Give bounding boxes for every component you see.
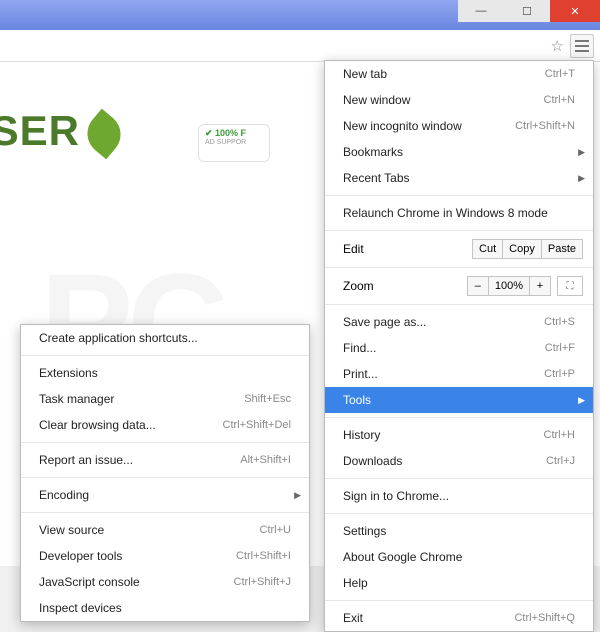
submenu-view-source[interactable]: View sourceCtrl+U	[21, 517, 309, 543]
separator	[325, 230, 593, 231]
menu-history[interactable]: HistoryCtrl+H	[325, 422, 593, 448]
hamburger-menu-button[interactable]	[570, 34, 594, 58]
paste-button[interactable]: Paste	[541, 239, 583, 259]
menu-incognito[interactable]: New incognito windowCtrl+Shift+N	[325, 113, 593, 139]
separator	[21, 442, 309, 443]
separator	[325, 267, 593, 268]
copy-button[interactable]: Copy	[502, 239, 542, 259]
submenu-extensions[interactable]: Extensions	[21, 360, 309, 386]
chrome-main-menu: New tabCtrl+T New windowCtrl+N New incog…	[324, 60, 594, 632]
minimize-button[interactable]: —	[458, 0, 504, 22]
submenu-arrow-icon: ▶	[578, 173, 585, 184]
zoom-value: 100%	[488, 276, 530, 296]
separator	[325, 195, 593, 196]
cut-button[interactable]: Cut	[472, 239, 503, 259]
submenu-clear-data[interactable]: Clear browsing data...Ctrl+Shift+Del	[21, 412, 309, 438]
separator	[325, 478, 593, 479]
separator	[325, 600, 593, 601]
browser-toolbar: ☆	[0, 30, 600, 62]
menu-exit[interactable]: ExitCtrl+Shift+Q	[325, 605, 593, 631]
separator	[325, 417, 593, 418]
badge-headline: ✔ 100% F	[205, 128, 263, 139]
fullscreen-icon[interactable]: ⛶	[557, 276, 583, 296]
menu-edit-row: Edit Cut Copy Paste	[325, 235, 593, 263]
badge-subtext: AD SUPPOR	[205, 139, 263, 146]
bookmark-star-icon[interactable]: ☆	[551, 37, 564, 55]
page-logo-fragment: WSER	[0, 107, 122, 155]
promo-badge: ✔ 100% F AD SUPPOR	[198, 124, 270, 162]
menu-new-tab[interactable]: New tabCtrl+T	[325, 61, 593, 87]
menu-save-page[interactable]: Save page as...Ctrl+S	[325, 309, 593, 335]
window-frame: — ☐ ✕ ☆	[0, 0, 600, 62]
menu-zoom-row: Zoom – 100% + ⛶	[325, 272, 593, 300]
menu-about[interactable]: About Google Chrome	[325, 544, 593, 570]
submenu-report-issue[interactable]: Report an issue...Alt+Shift+I	[21, 447, 309, 473]
submenu-encoding[interactable]: Encoding▶	[21, 482, 309, 508]
edit-label: Edit	[343, 242, 473, 256]
zoom-out-button[interactable]: –	[467, 276, 489, 296]
menu-tools[interactable]: Tools▶	[325, 387, 593, 413]
menu-find[interactable]: Find...Ctrl+F	[325, 335, 593, 361]
menu-downloads[interactable]: DownloadsCtrl+J	[325, 448, 593, 474]
leaf-icon	[79, 109, 130, 160]
submenu-task-manager[interactable]: Task managerShift+Esc	[21, 386, 309, 412]
close-button[interactable]: ✕	[550, 0, 600, 22]
submenu-create-shortcuts[interactable]: Create application shortcuts...	[21, 325, 309, 351]
menu-settings[interactable]: Settings	[325, 518, 593, 544]
menu-bookmarks[interactable]: Bookmarks▶	[325, 139, 593, 165]
separator	[21, 355, 309, 356]
maximize-button[interactable]: ☐	[504, 0, 550, 22]
separator	[21, 477, 309, 478]
separator	[325, 513, 593, 514]
tools-submenu: Create application shortcuts... Extensio…	[20, 324, 310, 622]
menu-print[interactable]: Print...Ctrl+P	[325, 361, 593, 387]
submenu-js-console[interactable]: JavaScript consoleCtrl+Shift+J	[21, 569, 309, 595]
menu-help[interactable]: Help	[325, 570, 593, 596]
menu-relaunch-win8[interactable]: Relaunch Chrome in Windows 8 mode	[325, 200, 593, 226]
zoom-label: Zoom	[343, 279, 468, 293]
menu-recent-tabs[interactable]: Recent Tabs▶	[325, 165, 593, 191]
separator	[325, 304, 593, 305]
title-bar: — ☐ ✕	[0, 0, 600, 30]
menu-signin[interactable]: Sign in to Chrome...	[325, 483, 593, 509]
submenu-arrow-icon: ▶	[578, 147, 585, 158]
menu-new-window[interactable]: New windowCtrl+N	[325, 87, 593, 113]
zoom-in-button[interactable]: +	[529, 276, 551, 296]
submenu-arrow-icon: ▶	[578, 395, 585, 406]
submenu-inspect-devices[interactable]: Inspect devices	[21, 595, 309, 621]
submenu-arrow-icon: ▶	[294, 490, 301, 501]
separator	[21, 512, 309, 513]
submenu-developer-tools[interactable]: Developer toolsCtrl+Shift+I	[21, 543, 309, 569]
